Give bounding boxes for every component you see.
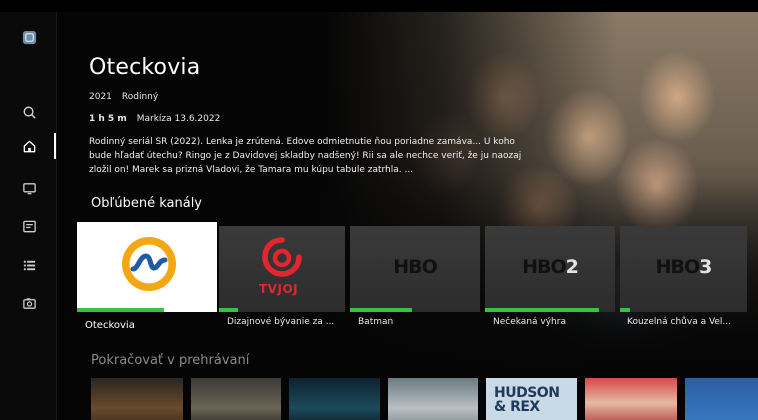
active-indicator — [54, 133, 56, 159]
sidebar — [0, 12, 57, 420]
continue-heading: Pokračovať v prehrávaní — [91, 353, 250, 368]
continue-thumb[interactable] — [91, 378, 183, 420]
program-broadcast: Markíza 13.6.2022 — [136, 114, 221, 124]
channel-program-label: Oteckovia — [85, 320, 135, 331]
progress-bar — [485, 308, 600, 312]
channel-program-label: Batman — [358, 317, 394, 327]
program-genre: Rodinný — [121, 92, 159, 102]
continue-thumb[interactable] — [685, 378, 758, 420]
continue-thumb-hudson-rex[interactable]: HUDSON & REX — [486, 378, 577, 420]
hbo2-logo: HBO2 — [522, 256, 579, 278]
continue-thumb[interactable] — [388, 378, 478, 420]
channel-tile-hbo2[interactable]: HBO2 — [485, 226, 615, 312]
progress-bar — [219, 308, 238, 312]
thumb-title: HUDSON & REX — [494, 385, 560, 415]
markiza-logo-icon — [122, 237, 176, 291]
tv-icon[interactable] — [18, 177, 40, 199]
hbo-logo: HBO — [393, 256, 438, 278]
progress-bar — [350, 308, 413, 312]
search-icon[interactable] — [18, 101, 40, 123]
channel-program-label: Kouzelná chůva a Vel... — [627, 317, 732, 327]
camera-icon[interactable] — [18, 292, 40, 314]
program-description: Rodinný seriál SR (2022). Lenka je zrúte… — [89, 137, 522, 175]
top-frame — [0, 0, 758, 12]
home-icon[interactable] — [18, 135, 40, 157]
guide-icon[interactable] — [18, 215, 40, 237]
continue-thumb[interactable] — [289, 378, 380, 420]
progress-bar — [77, 308, 164, 312]
channel-tile-joj[interactable]: TVJOJ — [219, 226, 345, 312]
progress-bar — [620, 308, 631, 312]
channel-tile-markiza[interactable] — [77, 222, 217, 312]
app-logo-icon[interactable] — [18, 26, 40, 48]
joj-logo-text: TVJOJ — [259, 282, 299, 296]
program-broadcast-info: 1 h 5 m Markíza 13.6.2022 — [89, 114, 220, 124]
hbo3-logo: HBO3 — [655, 256, 713, 278]
continue-thumb[interactable] — [191, 378, 281, 420]
channel-program-label: Dizajnové bývanie za ... — [227, 317, 335, 327]
program-meta: 2021 Rodinný — [89, 92, 168, 102]
continue-thumb[interactable] — [585, 378, 677, 420]
list-icon[interactable] — [18, 254, 40, 276]
channel-tile-hbo[interactable]: HBO — [350, 226, 480, 312]
channel-tile-hbo3[interactable]: HBO3 — [620, 226, 747, 312]
channel-program-label: Nečekaná výhra — [493, 317, 566, 327]
program-duration: 1 h 5 m — [89, 114, 127, 124]
program-year: 2021 — [89, 92, 112, 102]
page-title: Oteckovia — [89, 55, 201, 80]
joj-logo-icon — [262, 237, 302, 277]
favorites-heading: Obľúbené kanály — [91, 196, 202, 211]
